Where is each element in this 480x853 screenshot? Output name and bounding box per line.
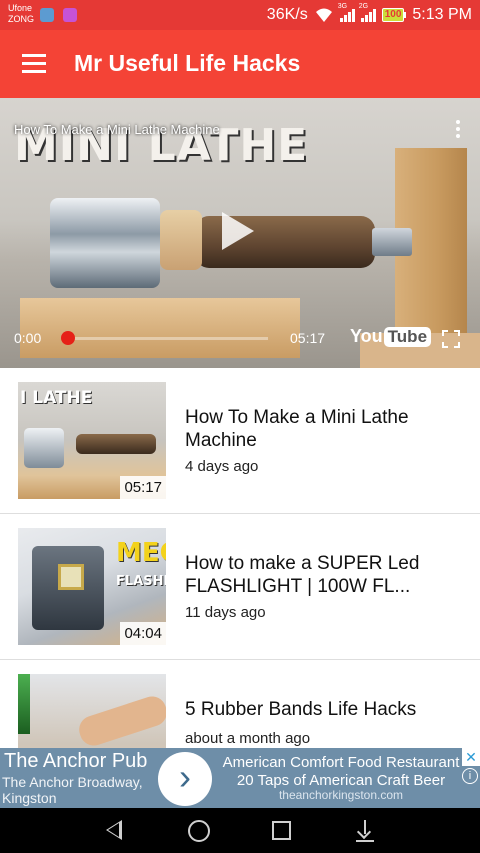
back-icon[interactable]: [106, 820, 122, 840]
progress-bar[interactable]: [68, 337, 268, 340]
current-time: 0:00: [14, 330, 42, 346]
notification-pull-down-icon[interactable]: [356, 820, 374, 842]
carrier-1: Ufone: [8, 3, 33, 13]
network-3g-label: 3G: [337, 3, 348, 10]
network-2g-label: 2G: [358, 3, 369, 10]
recent-apps-icon[interactable]: [272, 821, 291, 840]
youtube-logo[interactable]: You Tube: [350, 326, 432, 347]
video-thumbnail[interactable]: MEG FLASHLI 04:04: [18, 528, 166, 645]
fullscreen-icon[interactable]: [442, 330, 460, 348]
thumbnail-caption-2: FLASHLI: [116, 574, 166, 589]
app-bar: Mr Useful Life Hacks: [0, 30, 480, 98]
clock: 5:13 PM: [412, 6, 472, 23]
video-duration: 04:04: [120, 622, 166, 645]
system-navigation-bar: [0, 808, 480, 853]
gallery-notification-icon: [63, 8, 77, 22]
screen: Ufone ZONG 36K/s 3G 2G 100 5:13 PM Mr Us…: [0, 0, 480, 853]
ad-banner[interactable]: The Anchor Pub The Anchor Broadway, King…: [0, 748, 480, 808]
video-player[interactable]: MINI LATHE How To Make a Mini Lathe Mach…: [0, 98, 480, 368]
signal-3g-icon: 3G: [338, 3, 355, 22]
video-title: How To Make a Mini Lathe Machine: [185, 407, 409, 451]
play-icon[interactable]: [222, 212, 254, 250]
status-indicators: 36K/s 3G 2G 100 5:13 PM: [266, 3, 472, 24]
video-title: How to make a SUPER Led FLASHLIGHT | 100…: [185, 553, 420, 597]
wifi-icon: [315, 8, 332, 22]
ad-address: The Anchor Broadway, Kingston: [2, 774, 143, 806]
signal-2g-icon: 2G: [359, 3, 376, 22]
video-title: 5 Rubber Bands Life Hacks: [185, 699, 417, 720]
video-age: 11 days ago: [185, 604, 266, 621]
ad-headline: American Comfort Food Restaurant 20 Taps…: [222, 754, 460, 789]
video-duration: 05:17: [120, 476, 166, 499]
youtube-logo-you: You: [350, 326, 383, 346]
list-item[interactable]: I LATHE 05:17 How To Make a Mini Lathe M…: [0, 368, 480, 514]
thumbnail-caption: MEG: [116, 538, 166, 568]
battery-icon: 100: [381, 8, 407, 22]
carrier-2: ZONG: [8, 14, 34, 24]
battery-level: 100: [381, 8, 405, 22]
status-bar: Ufone ZONG 36K/s 3G 2G 100 5:13 PM: [0, 0, 480, 30]
total-duration: 05:17: [290, 330, 326, 346]
video-title: How To Make a Mini Lathe Machine: [14, 122, 220, 137]
hamburger-menu-icon[interactable]: [22, 54, 46, 74]
network-speed: 36K/s: [266, 6, 308, 23]
ad-info-icon[interactable]: i: [462, 768, 478, 784]
carrier-names: Ufone ZONG: [8, 3, 34, 25]
youtube-logo-tube: Tube: [383, 326, 432, 347]
more-vert-icon[interactable]: [456, 120, 462, 140]
ad-url: theanchorkingston.com: [278, 788, 404, 802]
thumbnail-caption: I LATHE: [20, 388, 93, 408]
notification-app-icon: [40, 8, 54, 22]
list-item[interactable]: MEG FLASHLI 04:04 How to make a SUPER Le…: [0, 514, 480, 660]
video-thumbnail[interactable]: I LATHE 05:17: [18, 382, 166, 499]
home-icon[interactable]: [188, 820, 210, 842]
video-age: about a month ago: [185, 730, 311, 747]
ad-business-name: The Anchor Pub: [4, 750, 148, 772]
ad-arrow-icon[interactable]: ›: [158, 752, 212, 806]
video-list: I LATHE 05:17 How To Make a Mini Lathe M…: [0, 368, 480, 806]
progress-scrubber[interactable]: [61, 331, 75, 345]
video-age: 4 days ago: [185, 458, 259, 475]
ad-close-icon[interactable]: ✕: [462, 748, 480, 766]
app-title: Mr Useful Life Hacks: [74, 50, 301, 76]
